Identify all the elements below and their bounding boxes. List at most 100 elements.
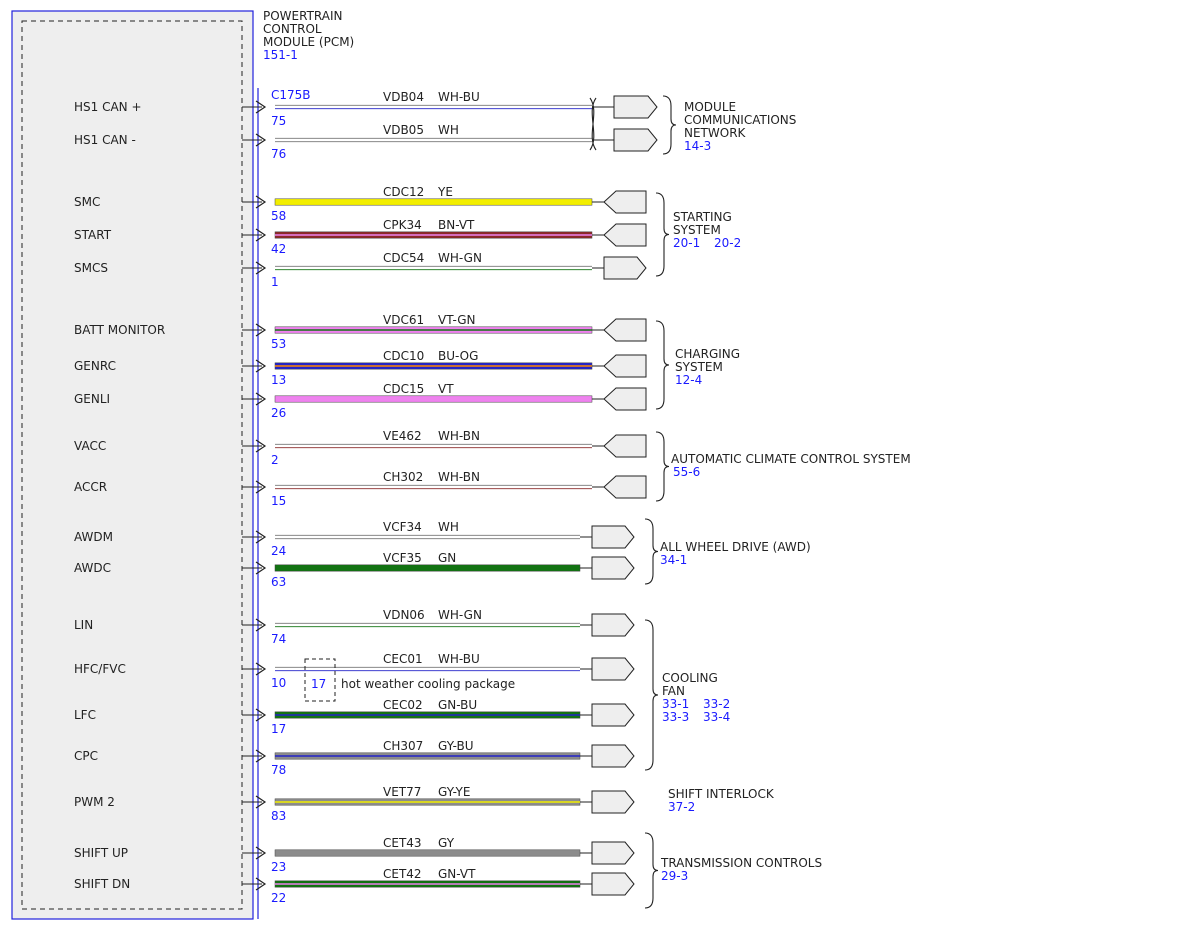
system-name-line: TRANSMISSION CONTROLS: [660, 856, 822, 870]
system-name-line: COOLING: [662, 671, 718, 685]
circuit-id: CDC10: [383, 349, 424, 363]
pin-number: 17: [271, 722, 286, 736]
pin-signal-name: VACC: [74, 439, 106, 453]
wire-segment: [275, 534, 580, 540]
wire-color-code: VT-GN: [438, 313, 475, 327]
system-name-line: NETWORK: [684, 126, 747, 140]
pin-number: 58: [271, 209, 286, 223]
pin-number: 22: [271, 891, 286, 905]
connector-shape: [603, 434, 647, 458]
system-page-ref: 33-2: [703, 697, 730, 711]
system-reference: COOLINGFAN33-1 33-2 33-3 33-4: [662, 671, 730, 724]
system-brace: [662, 95, 677, 155]
circuit-id: CH302: [383, 470, 423, 484]
pin-number: 13: [271, 373, 286, 387]
circuit-id: CPK34: [383, 218, 422, 232]
wire-segment: [275, 484, 592, 490]
circuit-id: CDC54: [383, 251, 424, 265]
circuit-id: CDC15: [383, 382, 424, 396]
system-name-line: MODULE: [684, 100, 736, 114]
connector-shape: [591, 525, 635, 549]
wire-color-code: WH-BN: [438, 429, 480, 443]
system-name-line: SHIFT INTERLOCK: [668, 787, 775, 801]
wire-color-code: GY-YE: [438, 785, 470, 799]
option-note: hot weather cooling package: [341, 677, 515, 691]
system-name-line: AUTOMATIC CLIMATE CONTROL SYSTEM: [671, 452, 911, 466]
wire-color-code: WH-BN: [438, 470, 480, 484]
pin-number: 75: [271, 114, 286, 128]
twisted-pair-icon: [589, 97, 597, 151]
circuit-id: CET42: [383, 867, 422, 881]
system-brace: [644, 518, 659, 585]
pin-signal-name: ACCR: [74, 480, 107, 494]
pin-number: 23: [271, 860, 286, 874]
connector-shape: [603, 190, 647, 214]
system-name-line: COMMUNICATIONS: [684, 113, 796, 127]
circuit-id: CH307: [383, 739, 423, 753]
wiring-diagram: POWERTRAINCONTROLMODULE (PCM)151-1 C175B H…: [11, 9, 911, 920]
connector-shape: [603, 387, 647, 411]
pin-signal-name: SHIFT UP: [74, 846, 128, 860]
wire-segment: [275, 137, 592, 143]
circuit-id: VE462: [383, 429, 422, 443]
wire-color-code: GN-BU: [438, 698, 477, 712]
system-page-ref: 33-1: [662, 697, 689, 711]
module-body: [11, 10, 254, 920]
pin-number: 2: [271, 453, 279, 467]
connector-id: C175B: [271, 88, 311, 102]
connector-shape: [613, 128, 658, 152]
wire-segment: [274, 326, 593, 334]
pin-number: 1: [271, 275, 279, 289]
system-reference: MODULECOMMUNICATIONSNETWORK14-3: [684, 100, 796, 153]
wire-segment: [275, 443, 592, 449]
pin-signal-name: PWM 2: [74, 795, 115, 809]
connector-shape: [591, 556, 635, 580]
wire-color-code: GN: [438, 551, 456, 565]
system-name-line: CHARGING: [675, 347, 740, 361]
pin-number: 10: [271, 676, 286, 690]
connector-shape: [603, 318, 647, 342]
circuit-id: VDB04: [383, 90, 424, 104]
circuit-id: VDB05: [383, 123, 424, 137]
pin-signal-name: BATT MONITOR: [74, 323, 165, 337]
system-reference: SHIFT INTERLOCK37-2: [668, 787, 775, 814]
system-page-ref: 20-2: [714, 236, 741, 250]
wire-color-code: BU-OG: [438, 349, 478, 363]
pin-signal-name: LFC: [74, 708, 96, 722]
system-brace: [655, 320, 670, 410]
wire-color-code: YE: [437, 185, 453, 199]
circuit-id: CET43: [383, 836, 422, 850]
connector-shape: [591, 613, 635, 637]
pin-number: 63: [271, 575, 286, 589]
wire-segment: [275, 666, 580, 672]
system-brace: [655, 192, 670, 277]
pin-signal-name: HS1 CAN -: [74, 133, 136, 147]
pin-signal-name: AWDM: [74, 530, 113, 544]
wire-segment: [274, 880, 581, 888]
circuit-id: VET77: [383, 785, 421, 799]
pin-signal-name: AWDC: [74, 561, 111, 575]
connector-shape: [603, 256, 647, 280]
system-name-line: SYSTEM: [673, 223, 721, 237]
pin-number: 42: [271, 242, 286, 256]
pin-signal-name: START: [74, 228, 112, 242]
option-pin-number: 17: [311, 677, 326, 691]
pin-signal-name: GENRC: [74, 359, 116, 373]
system-page-ref: 37-2: [668, 800, 695, 814]
pin-signal-name: CPC: [74, 749, 98, 763]
pin-signal-name: SHIFT DN: [74, 877, 130, 891]
pin-number: 76: [271, 147, 286, 161]
wire-segment: [274, 395, 593, 403]
wire-segment: [274, 362, 593, 370]
pin-signal-name: HFC/FVC: [74, 662, 126, 676]
module-page-ref: 151-1: [263, 48, 298, 62]
wire-color-code: BN-VT: [438, 218, 475, 232]
system-name-line: ALL WHEEL DRIVE (AWD): [660, 540, 811, 554]
system-brace: [655, 431, 670, 502]
connector-shape: [591, 657, 635, 681]
wire-color-code: WH-GN: [438, 608, 482, 622]
connector-shape: [591, 841, 635, 865]
pin-number: 24: [271, 544, 286, 558]
wire-color-code: VT: [438, 382, 454, 396]
circuit-id: VCF34: [383, 520, 422, 534]
